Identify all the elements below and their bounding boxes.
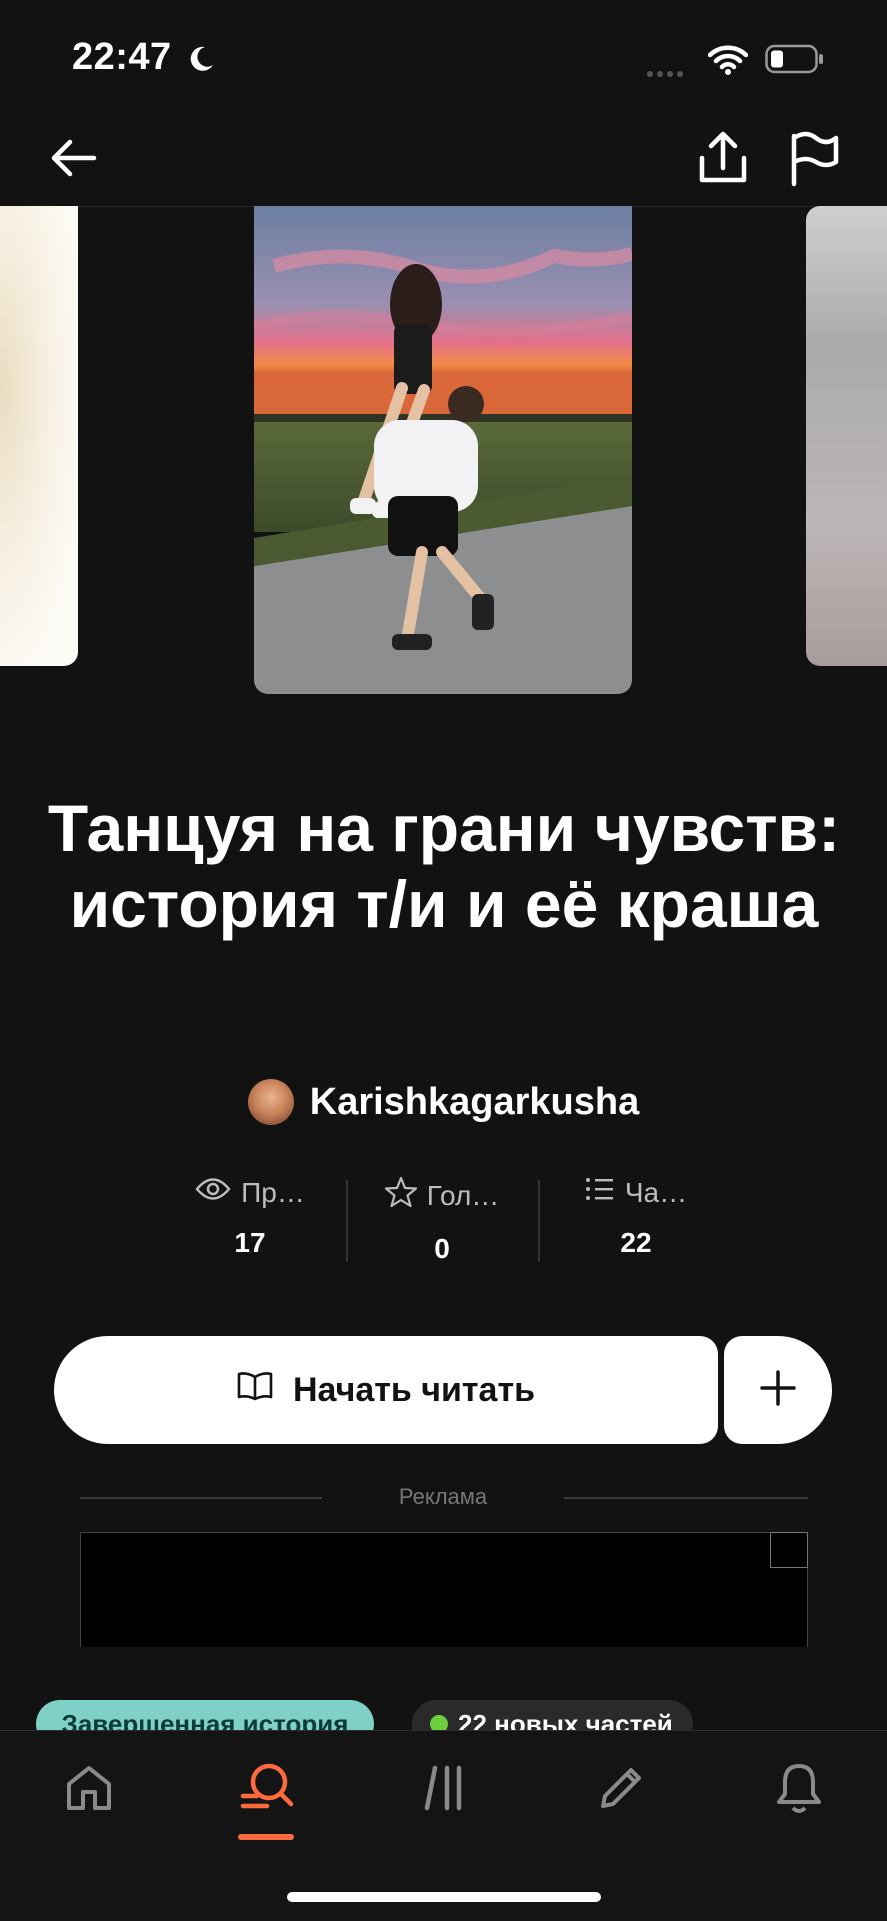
divider bbox=[80, 1497, 322, 1499]
stat-reads-value: 17 bbox=[234, 1227, 266, 1258]
stat-votes: Гол… 0 bbox=[362, 1176, 522, 1265]
star-icon bbox=[384, 1176, 417, 1215]
add-to-library-button[interactable] bbox=[724, 1336, 832, 1444]
cover-image bbox=[254, 206, 632, 694]
wifi-icon bbox=[707, 44, 749, 76]
stat-parts-value: 22 bbox=[620, 1227, 652, 1258]
stat-reads: Пр… 17 bbox=[170, 1176, 330, 1259]
stat-reads-label: Пр… bbox=[241, 1176, 305, 1208]
divider bbox=[346, 1180, 348, 1262]
tab-home[interactable] bbox=[54, 1750, 124, 1830]
avatar[interactable] bbox=[247, 1079, 294, 1125]
home-indicator bbox=[287, 1892, 601, 1902]
bell-icon bbox=[773, 1760, 825, 1821]
ad-banner[interactable] bbox=[80, 1532, 808, 1647]
moon-icon bbox=[186, 44, 216, 74]
stat-votes-label: Гол… bbox=[426, 1179, 500, 1211]
stat-parts-label: Ча… bbox=[624, 1176, 688, 1208]
start-reading-label: Начать читать bbox=[292, 1370, 536, 1409]
search-icon bbox=[237, 1760, 297, 1821]
cellular-signal-icon bbox=[647, 64, 687, 82]
stat-votes-value: 0 bbox=[434, 1233, 450, 1264]
cover-previous[interactable] bbox=[0, 206, 78, 666]
author-row[interactable]: Karishkagarkusha bbox=[0, 1078, 887, 1126]
battery-icon bbox=[765, 44, 825, 74]
status-time: 22:47 bbox=[72, 36, 172, 78]
start-reading-button[interactable]: Начать читать bbox=[54, 1336, 718, 1444]
book-icon bbox=[237, 1371, 273, 1410]
cover-next[interactable] bbox=[806, 206, 887, 666]
divider bbox=[538, 1180, 540, 1262]
active-tab-indicator bbox=[238, 1834, 294, 1840]
tab-search[interactable] bbox=[232, 1750, 302, 1830]
report-flag-icon[interactable] bbox=[786, 128, 842, 188]
author-name[interactable]: Karishkagarkusha bbox=[310, 1081, 640, 1124]
pencil-icon bbox=[595, 1762, 647, 1819]
back-arrow-icon[interactable] bbox=[46, 130, 102, 186]
home-icon bbox=[63, 1762, 115, 1819]
story-title: Танцуя на грани чувств: история т/и и её… bbox=[47, 791, 841, 941]
ad-label: Реклама bbox=[398, 1484, 488, 1509]
tab-notifications[interactable] bbox=[764, 1750, 834, 1830]
library-icon bbox=[421, 1764, 469, 1817]
ad-choices-icon[interactable] bbox=[770, 1532, 808, 1568]
tab-write[interactable] bbox=[586, 1750, 656, 1830]
divider bbox=[564, 1497, 808, 1499]
share-icon[interactable] bbox=[696, 128, 750, 188]
plus-icon bbox=[758, 1368, 798, 1413]
list-icon bbox=[585, 1176, 615, 1209]
stat-parts: Ча… 22 bbox=[556, 1176, 716, 1259]
tab-library[interactable] bbox=[410, 1750, 480, 1830]
eye-icon bbox=[195, 1176, 231, 1209]
